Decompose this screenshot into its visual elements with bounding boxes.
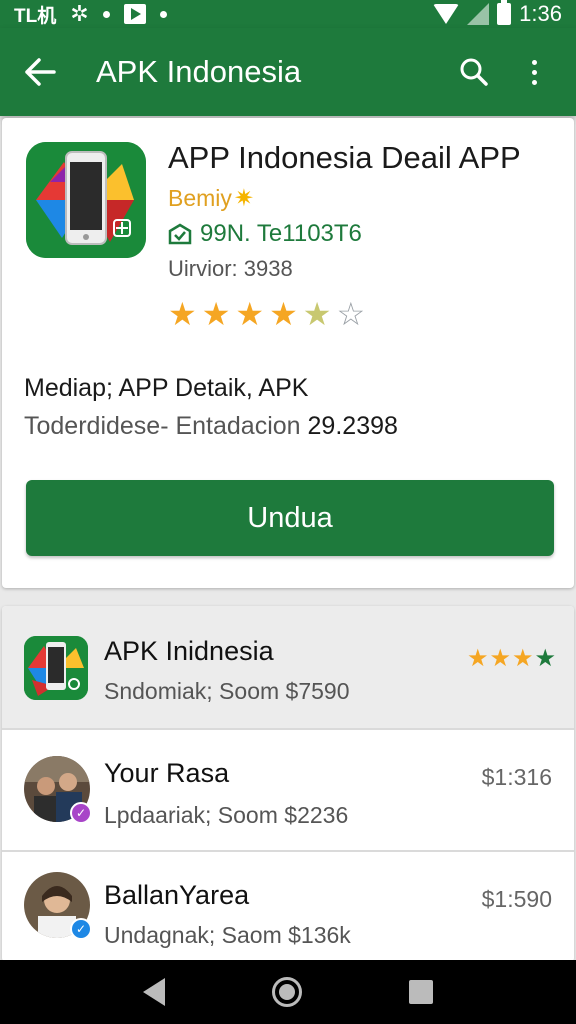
app-icon bbox=[26, 142, 146, 258]
search-icon bbox=[460, 58, 488, 86]
list-item-price: $1:590 bbox=[481, 886, 552, 912]
description-label: Toderdidese- Entadacion bbox=[24, 412, 301, 440]
carrier-label: TL机 bbox=[14, 5, 57, 27]
battery-icon bbox=[497, 0, 512, 25]
nav-recents-icon[interactable] bbox=[408, 980, 433, 1004]
list-item-subtitle: Lpdaariak; Soom $2236 bbox=[104, 802, 349, 828]
star-icon: ★ bbox=[489, 645, 511, 672]
nav-back-icon[interactable] bbox=[143, 978, 166, 1006]
system-nav-bar bbox=[0, 960, 576, 1024]
list-item-title: APK Inidnesia bbox=[104, 636, 274, 666]
list-item-title: Your Rasa bbox=[104, 758, 230, 788]
version-label: Uirvior: 3938 bbox=[168, 256, 293, 281]
empty-star-icon: ☆ bbox=[336, 296, 366, 332]
description-value: 29.2398 bbox=[307, 412, 398, 440]
install-button[interactable]: Undua bbox=[26, 480, 554, 556]
status-right-icons: 1:36 bbox=[433, 0, 562, 27]
phone-app-icon bbox=[24, 636, 88, 700]
star-icon: ★ bbox=[511, 645, 534, 672]
play-store-notification-icon bbox=[123, 4, 146, 24]
back-button[interactable] bbox=[0, 28, 80, 116]
list-item[interactable]: ✓ BallanYarea Undagnak; Saom $136k $1:59… bbox=[2, 852, 574, 962]
list-item-rating: ★ ★ ★ ★ bbox=[467, 644, 556, 673]
shield-check-icon bbox=[168, 223, 192, 245]
star-icon: ★ bbox=[235, 296, 265, 332]
status-left-icons: TL机 ✲ bbox=[14, 1, 167, 28]
notification-dot-icon bbox=[102, 10, 110, 18]
app-bar: APK Indonesia bbox=[0, 28, 576, 116]
search-button[interactable] bbox=[454, 52, 494, 92]
star-icon: ★ bbox=[466, 645, 489, 672]
cell-signal-icon bbox=[467, 3, 490, 25]
developer-name: Bemiy bbox=[168, 185, 232, 211]
half-star-icon: ★ bbox=[534, 645, 556, 672]
verified-badge-icon: ✓ bbox=[70, 918, 92, 940]
list-item-subtitle: Undagnak; Saom $136k bbox=[104, 922, 351, 948]
app-title: APP Indonesia Deail APP bbox=[168, 140, 521, 175]
arrow-left-icon bbox=[25, 58, 56, 86]
wifi-icon bbox=[433, 4, 460, 24]
phone-app-icon bbox=[26, 142, 146, 258]
sparkle-icon: ✷ bbox=[233, 185, 255, 212]
list-item[interactable]: APK Inidnesia Sndomiak; Soom $7590 ★ ★ ★… bbox=[2, 606, 574, 730]
app-icon bbox=[24, 636, 88, 700]
status-bar: TL机 ✲ 1:36 bbox=[0, 0, 576, 28]
list-item-title: BallanYarea bbox=[104, 880, 250, 910]
app-detail-card: APP Indonesia Deail APP Bemiy ✷ 99N. Te1… bbox=[2, 118, 574, 588]
developer-link[interactable]: Bemiy ✷ bbox=[168, 184, 254, 213]
page-title: APK Indonesia bbox=[96, 54, 302, 89]
notification-dot-icon bbox=[159, 10, 167, 18]
clock: 1:36 bbox=[519, 1, 562, 26]
avatar: ✓ bbox=[24, 872, 92, 940]
half-star-icon: ★ bbox=[302, 296, 332, 332]
rating-stars: ★ ★ ★ ★ ★ ☆ bbox=[168, 298, 365, 330]
nav-home-icon[interactable] bbox=[271, 977, 302, 1007]
more-vert-icon bbox=[531, 59, 537, 85]
star-icon: ★ bbox=[269, 296, 298, 332]
verified-badge-icon: ✓ bbox=[70, 802, 92, 824]
more-options-button[interactable] bbox=[514, 52, 554, 92]
description-line-1: Mediap; APP Detaik, APK bbox=[24, 374, 309, 402]
list-item[interactable]: ✓ Your Rasa Lpdaariak; Soom $2236 $1:316 bbox=[2, 730, 574, 852]
related-apps-list: APK Inidnesia Sndomiak; Soom $7590 ★ ★ ★… bbox=[2, 606, 574, 962]
settings-notification-icon: ✲ bbox=[70, 1, 89, 26]
star-icon: ★ bbox=[168, 296, 197, 332]
description-line-2: Toderdidese- Entadacion 29.2398 bbox=[24, 412, 398, 441]
avatar: ✓ bbox=[24, 756, 92, 824]
list-item-subtitle: Sndomiak; Soom $7590 bbox=[104, 678, 350, 704]
list-item-price: $1:316 bbox=[481, 764, 552, 790]
version-row: 99N. Te1103T6 bbox=[168, 220, 362, 248]
version-code: 99N. Te1103T6 bbox=[200, 220, 362, 247]
star-icon: ★ bbox=[201, 296, 231, 332]
